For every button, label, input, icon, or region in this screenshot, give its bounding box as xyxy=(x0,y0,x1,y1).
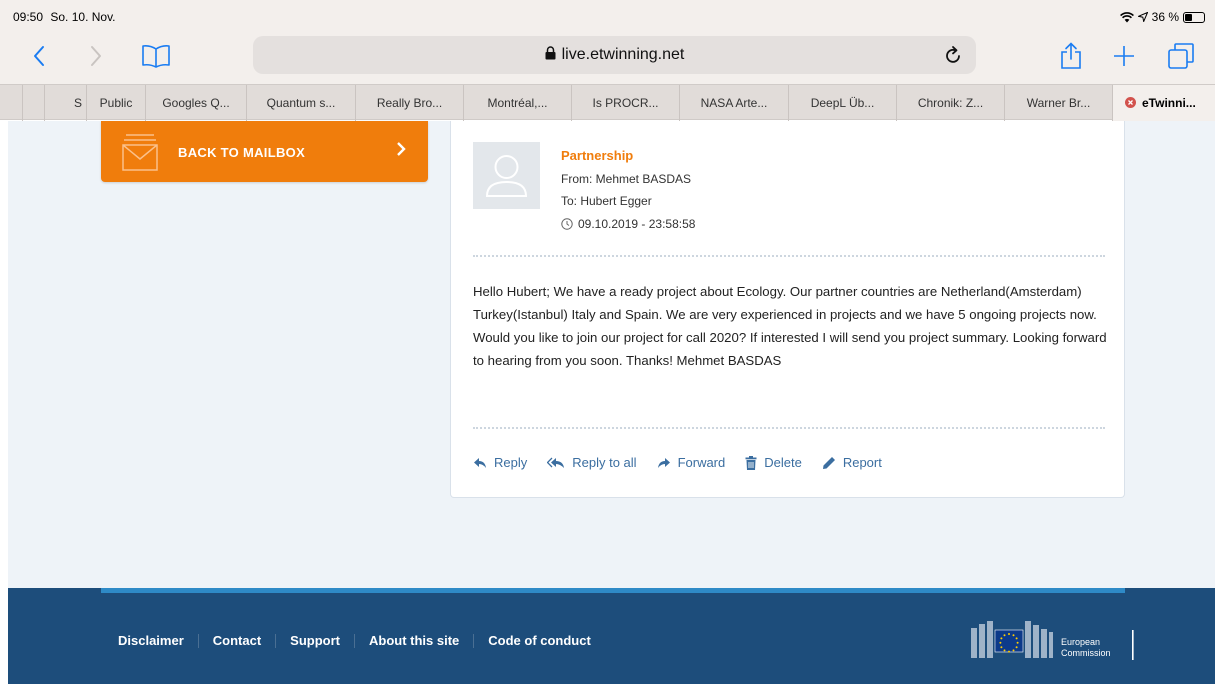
logo-text-commission: Commission xyxy=(1061,648,1111,658)
address-bar[interactable]: live.etwinning.net xyxy=(253,36,976,74)
status-indicators: 36 % xyxy=(1119,10,1205,24)
trash-icon xyxy=(745,455,757,470)
divider xyxy=(473,427,1105,429)
share-icon[interactable] xyxy=(1053,38,1089,74)
bookmark-item[interactable]: Really Bro... xyxy=(355,85,463,121)
bookmark-item[interactable]: NASA Arte... xyxy=(679,85,788,121)
reply-all-button[interactable]: Reply to all xyxy=(547,455,637,470)
footer-link-about[interactable]: About this site xyxy=(353,634,473,648)
bookmark-item[interactable]: Montréal,... xyxy=(463,85,571,121)
clock-icon xyxy=(561,218,573,230)
message-from: From: Mehmet BASDAS xyxy=(561,172,692,186)
bookmark-item[interactable]: S xyxy=(44,85,86,121)
forward-icon[interactable] xyxy=(78,38,114,74)
forward-button[interactable]: Forward xyxy=(657,455,725,470)
back-icon[interactable] xyxy=(21,38,57,74)
reply-button[interactable]: Reply xyxy=(473,455,527,470)
new-tab-icon[interactable] xyxy=(1106,38,1142,74)
active-tab[interactable]: eTwinni... xyxy=(1112,85,1215,121)
divider xyxy=(473,255,1105,257)
battery-percent: 36 % xyxy=(1151,10,1179,24)
battery-icon xyxy=(1183,11,1205,23)
bookmark-item[interactable]: Chronik: Z... xyxy=(896,85,1004,121)
footer-links: Disclaimer Contact Support About this si… xyxy=(118,634,605,648)
url-display: live.etwinning.net xyxy=(253,46,976,64)
report-button[interactable]: Report xyxy=(822,455,882,470)
bookmarks-bar: S Public Googles Q... Quantum s... Reall… xyxy=(0,84,1215,121)
european-commission-logo[interactable]: European Commission xyxy=(971,618,1141,666)
tabs-icon[interactable] xyxy=(1163,38,1199,74)
bookmark-spacer xyxy=(0,85,22,121)
message-date-text: 09.10.2019 - 23:58:58 xyxy=(578,217,696,231)
delete-button[interactable]: Delete xyxy=(745,455,802,470)
back-to-mailbox-button[interactable]: BACK TO MAILBOX xyxy=(101,121,428,182)
bookmarks-icon[interactable] xyxy=(138,38,174,74)
reply-icon xyxy=(474,457,486,468)
wifi-icon xyxy=(1119,11,1134,22)
mailbox-icon xyxy=(122,134,158,171)
bookmark-item[interactable]: Quantum s... xyxy=(246,85,355,121)
footer-link-support[interactable]: Support xyxy=(275,634,354,648)
clock-date: So. 10. Nov. xyxy=(50,10,116,24)
bookmark-item[interactable]: Warner Br... xyxy=(1004,85,1112,121)
location-icon xyxy=(1137,12,1148,22)
reload-icon[interactable] xyxy=(944,45,962,70)
bookmark-spacer xyxy=(22,85,44,121)
message-subject: Partnership xyxy=(561,148,634,163)
avatar xyxy=(473,142,540,209)
chevron-right-icon xyxy=(397,142,406,156)
bookmark-item[interactable]: Is PROCR... xyxy=(571,85,679,121)
logo-text-european: European xyxy=(1061,637,1100,647)
lock-icon xyxy=(545,46,556,60)
user-icon xyxy=(485,155,528,197)
browser-toolbar: live.etwinning.net xyxy=(0,30,1215,84)
message-actions: Reply Reply to all Forward Delete Report xyxy=(473,455,902,470)
bookmark-item[interactable]: Public xyxy=(86,85,145,121)
message-to: To: Hubert Egger xyxy=(561,194,652,208)
footer-accent-line xyxy=(101,588,1125,593)
message-date: 09.10.2019 - 23:58:58 xyxy=(561,217,695,231)
clock-time: 09:50 xyxy=(13,10,44,24)
close-tab-icon[interactable] xyxy=(1125,97,1136,108)
footer-link-code-of-conduct[interactable]: Code of conduct xyxy=(473,634,605,648)
site-footer: Disclaimer Contact Support About this si… xyxy=(8,588,1215,684)
status-time: 09:50 So. 10. Nov. xyxy=(13,10,116,24)
footer-link-contact[interactable]: Contact xyxy=(197,634,275,648)
back-to-mailbox-label: BACK TO MAILBOX xyxy=(178,145,306,160)
status-bar: 09:50 So. 10. Nov. 36 % xyxy=(0,0,1215,30)
bookmark-item[interactable]: Googles Q... xyxy=(145,85,246,121)
forward-icon xyxy=(657,457,670,468)
url-text: live.etwinning.net xyxy=(561,46,685,63)
message-body: Hello Hubert; We have a ready project ab… xyxy=(473,284,1107,368)
bookmark-item[interactable]: DeepL Üb... xyxy=(788,85,896,121)
message-card: Partnership From: Mehmet BASDAS To: Hube… xyxy=(450,121,1125,498)
reply-all-icon xyxy=(547,457,565,468)
footer-link-disclaimer[interactable]: Disclaimer xyxy=(118,634,198,648)
pencil-icon xyxy=(822,456,835,469)
